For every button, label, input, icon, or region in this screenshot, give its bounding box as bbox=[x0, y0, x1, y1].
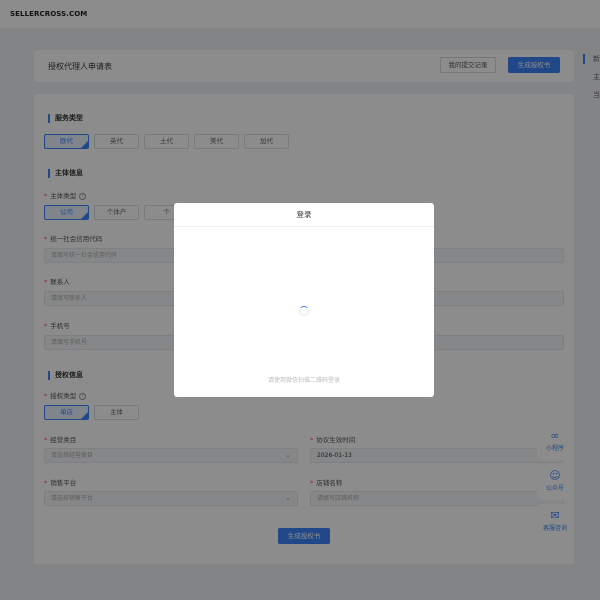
loading-spinner-icon bbox=[299, 306, 309, 316]
modal-title: 登录 bbox=[174, 203, 434, 227]
login-modal: 登录 请使用微信扫描二维码登录 bbox=[174, 203, 434, 397]
modal-hint: 请使用微信扫描二维码登录 bbox=[267, 377, 340, 384]
